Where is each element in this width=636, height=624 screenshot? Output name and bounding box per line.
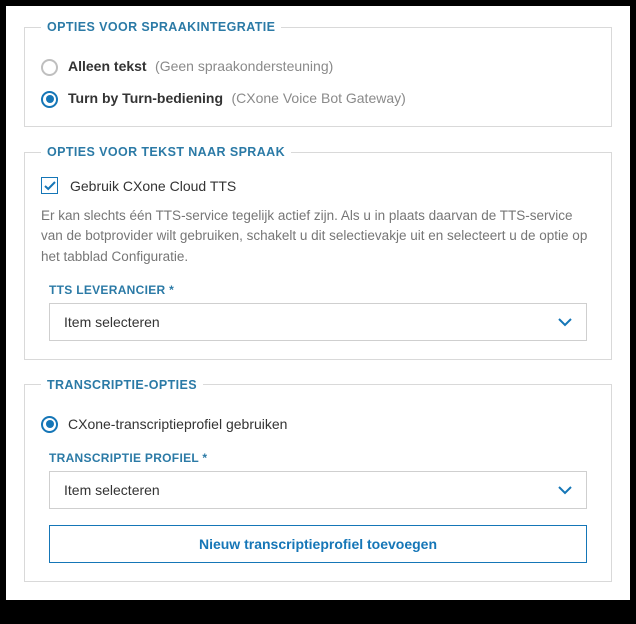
transcription-fieldset: TRANSCRIPTIE-OPTIES CXone-transcriptiepr… — [24, 378, 612, 582]
checkbox-icon — [41, 177, 58, 194]
voice-option-label: Alleen tekst — [68, 58, 147, 74]
tts-provider-select[interactable]: Item selecteren — [49, 303, 587, 341]
tts-fieldset: OPTIES VOOR TEKST NAAR SPRAAK Gebruik CX… — [24, 145, 612, 360]
transcription-profile-select[interactable]: Item selecteren — [49, 471, 587, 509]
tts-checkbox-label: Gebruik CXone Cloud TTS — [70, 178, 236, 194]
radio-icon — [41, 91, 58, 108]
tts-provider-value: Item selecteren — [64, 314, 160, 330]
voice-option-hint: (Geen spraakondersteuning) — [155, 58, 333, 74]
chevron-down-icon — [558, 482, 572, 498]
voice-integration-legend: OPTIES VOOR SPRAAKINTEGRATIE — [41, 20, 281, 34]
voice-option-text-only[interactable]: Alleen tekst (Geen spraakondersteuning) — [41, 58, 595, 76]
radio-icon — [41, 59, 58, 76]
transcription-option-cxone[interactable]: CXone-transcriptieprofiel gebruiken — [41, 416, 595, 433]
transcription-profile-label: TRANSCRIPTIE PROFIEL * — [49, 451, 595, 465]
add-transcription-profile-button[interactable]: Nieuw transcriptieprofiel toevoegen — [49, 525, 587, 563]
voice-option-label: Turn by Turn-bediening — [68, 90, 223, 106]
voice-option-turn-by-turn[interactable]: Turn by Turn-bediening (CXone Voice Bot … — [41, 90, 595, 108]
transcription-option-label: CXone-transcriptieprofiel gebruiken — [68, 416, 287, 432]
tts-legend: OPTIES VOOR TEKST NAAR SPRAAK — [41, 145, 291, 159]
transcription-legend: TRANSCRIPTIE-OPTIES — [41, 378, 203, 392]
tts-provider-label: TTS LEVERANCIER * — [49, 283, 595, 297]
transcription-profile-value: Item selecteren — [64, 482, 160, 498]
radio-icon — [41, 416, 58, 433]
tts-description: Er kan slechts één TTS-service tegelijk … — [41, 206, 595, 267]
tts-checkbox-row[interactable]: Gebruik CXone Cloud TTS — [41, 177, 595, 194]
chevron-down-icon — [558, 314, 572, 330]
settings-panel: OPTIES VOOR SPRAAKINTEGRATIE Alleen teks… — [6, 6, 630, 600]
add-button-label: Nieuw transcriptieprofiel toevoegen — [199, 536, 437, 552]
voice-integration-fieldset: OPTIES VOOR SPRAAKINTEGRATIE Alleen teks… — [24, 20, 612, 127]
voice-option-hint: (CXone Voice Bot Gateway) — [231, 90, 405, 106]
